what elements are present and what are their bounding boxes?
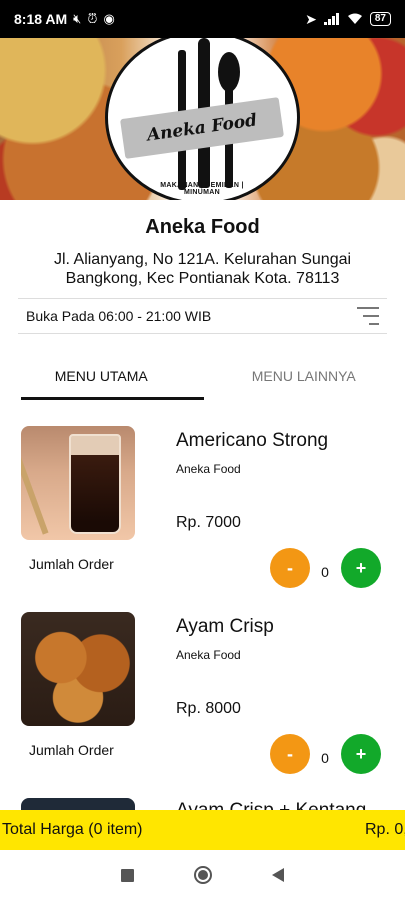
logo-subtitle: MAKANAN | CEMILAN | MINUMAN xyxy=(160,182,244,196)
menu-item: Americano Strong Aneka Food Rp. 7000 Jum… xyxy=(0,426,405,612)
order-quantity-label: Jumlah Order xyxy=(29,742,114,758)
tab-menu-lainnya[interactable]: MENU LAINNYA xyxy=(203,350,405,402)
menu-item-name[interactable]: Ayam Crisp + Kentang xyxy=(176,800,366,810)
discord-icon: ◉ xyxy=(103,11,115,26)
store-address: Jl. Alianyang, No 121A. Kelurahan Sungai… xyxy=(53,251,352,287)
order-total-bar[interactable]: Total Harga (0 item) Rp. 0,- xyxy=(0,810,405,850)
tab-menu-utama[interactable]: MENU UTAMA xyxy=(0,350,203,402)
menu-item-name[interactable]: Ayam Crisp xyxy=(176,616,274,638)
decrease-quantity-button[interactable]: - xyxy=(270,734,310,774)
increase-quantity-button[interactable]: + xyxy=(341,548,381,588)
menu-item-image[interactable] xyxy=(21,426,135,540)
signal-icon xyxy=(323,13,339,25)
menu-item-store: Aneka Food xyxy=(176,462,241,476)
system-nav-bar xyxy=(0,850,405,900)
store-name: Aneka Food xyxy=(145,216,260,238)
alarm-icon: ⏰︎ xyxy=(87,11,98,26)
status-time: 8:18 AM xyxy=(14,11,68,27)
order-quantity-label: Jumlah Order xyxy=(29,556,114,572)
location-icon: ➤ xyxy=(305,10,317,27)
menu-item-price: Rp. 8000 xyxy=(176,700,241,717)
spoon-icon xyxy=(218,52,240,92)
opening-hours: Buka Pada 06:00 - 21:00 WIB xyxy=(26,308,212,324)
sort-icon[interactable] xyxy=(357,307,379,325)
back-icon[interactable] xyxy=(272,868,284,882)
active-tab-indicator xyxy=(21,397,204,400)
menu-item: Ayam Crisp Aneka Food Rp. 8000 Jumlah Or… xyxy=(0,612,405,798)
mute-icon: 🔇︎ xyxy=(73,11,82,26)
opening-hours-bar: Buka Pada 06:00 - 21:00 WIB xyxy=(18,298,387,334)
status-bar: 8:18 AM 🔇︎ ⏰︎ ◉ ➤ 87 xyxy=(0,0,405,38)
menu-item-image[interactable] xyxy=(21,798,135,810)
wifi-icon xyxy=(347,13,362,24)
battery-icon: 87 xyxy=(369,12,391,26)
store-banner: Aneka Food MAKANAN | CEMILAN | MINUMAN xyxy=(0,38,405,200)
menu-item-image[interactable] xyxy=(21,612,135,726)
menu-tabs: MENU UTAMA MENU LAINNYA xyxy=(0,350,405,402)
menu-item: Ayam Crisp + Kentang xyxy=(0,798,405,810)
recent-apps-icon[interactable] xyxy=(121,868,134,882)
home-icon[interactable] xyxy=(194,866,212,884)
menu-item-price: Rp. 7000 xyxy=(176,514,241,531)
menu-item-store: Aneka Food xyxy=(176,648,241,662)
menu-item-name[interactable]: Americano Strong xyxy=(176,430,328,452)
decrease-quantity-button[interactable]: - xyxy=(270,548,310,588)
total-label: Total Harga (0 item) xyxy=(2,821,143,838)
order-quantity: 0 xyxy=(321,750,329,766)
increase-quantity-button[interactable]: + xyxy=(341,734,381,774)
order-quantity: 0 xyxy=(321,564,329,580)
total-price: Rp. 0,- xyxy=(364,821,405,838)
